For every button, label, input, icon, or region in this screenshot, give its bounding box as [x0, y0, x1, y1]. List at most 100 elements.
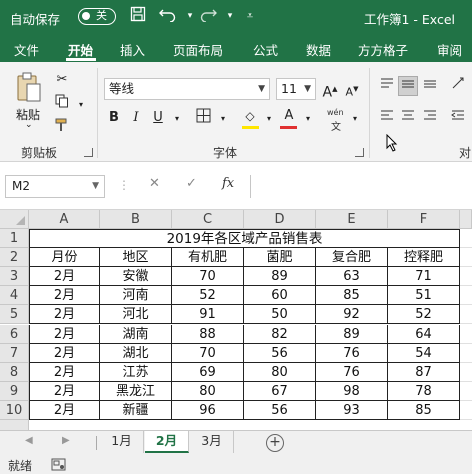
increase-font-icon[interactable]: A▲	[320, 79, 340, 101]
data-cell[interactable]: 52	[172, 286, 244, 306]
align-right-icon[interactable]	[420, 108, 440, 128]
data-cell[interactable]: 2月	[29, 267, 100, 287]
data-cell[interactable]: 80	[172, 381, 244, 401]
autosave-toggle[interactable]: 关	[78, 8, 116, 25]
scroll-tabs-right-icon[interactable]: ▶	[62, 435, 70, 446]
data-cell[interactable]: 89	[244, 267, 316, 287]
font-launcher-icon[interactable]	[355, 148, 364, 157]
fill-color-icon[interactable]: ◇	[240, 106, 260, 126]
data-cell[interactable]: 51	[388, 286, 460, 306]
row-header-8[interactable]: 8	[0, 362, 29, 382]
scroll-tabs-left-icon[interactable]: ◀	[25, 435, 33, 446]
data-cell[interactable]: 河北	[100, 305, 172, 325]
italic-button[interactable]: I	[126, 108, 146, 128]
data-cell[interactable]: 50	[244, 305, 316, 325]
empty-cell[interactable]	[460, 229, 472, 249]
fill-color-dropdown-icon[interactable]: ▾	[259, 109, 279, 129]
redo-dropdown-icon[interactable]: ▾	[220, 6, 240, 26]
undo-icon[interactable]	[158, 6, 178, 26]
data-cell[interactable]: 湖南	[100, 324, 172, 344]
data-cell[interactable]: 56	[244, 400, 316, 420]
data-cell[interactable]: 85	[388, 400, 460, 420]
data-cell[interactable]: 82	[244, 324, 316, 344]
data-cell[interactable]: 80	[244, 362, 316, 382]
font-size-combo[interactable]: 11 ▼	[276, 78, 316, 100]
empty-cell[interactable]	[460, 382, 472, 401]
paste-dropdown-icon[interactable]: ⌄	[25, 120, 33, 130]
macro-record-icon[interactable]	[51, 458, 66, 474]
data-cell[interactable]: 湖北	[100, 343, 172, 363]
data-cell[interactable]: 2月	[29, 286, 100, 306]
phonetic-dropdown-icon[interactable]: ▾	[345, 109, 365, 129]
row-header-4[interactable]: 4	[0, 286, 29, 306]
tab-file[interactable]: 文件	[14, 40, 39, 59]
tab-data[interactable]: 数据	[306, 40, 331, 59]
decrease-indent-icon[interactable]	[448, 108, 468, 128]
data-cell[interactable]: 76	[316, 343, 388, 363]
redo-icon[interactable]	[198, 6, 218, 26]
border-dropdown-icon[interactable]: ▾	[213, 109, 233, 129]
customize-toolbar-icon[interactable]: ⩡	[240, 6, 260, 26]
chevron-down-icon[interactable]: ▼	[258, 79, 265, 99]
data-cell[interactable]: 78	[388, 381, 460, 401]
data-cell[interactable]: 2月	[29, 400, 100, 420]
decrease-font-icon[interactable]: A▼	[342, 79, 362, 99]
worksheet-grid[interactable]: ABCDEF 1 2 3 4 5 6 7 8 9 10 2019年各区域产品销售表 月份 地区 有机肥菌…	[0, 210, 472, 430]
data-cell[interactable]: 91	[172, 305, 244, 325]
add-sheet-icon[interactable]: +	[266, 434, 284, 452]
sheet-tab-mar[interactable]: 3月	[190, 431, 234, 453]
sheet-tab-jan[interactable]: 1月	[100, 431, 144, 453]
tab-page-layout[interactable]: 页面布局	[173, 40, 223, 59]
chevron-down-icon[interactable]: ▼	[92, 176, 99, 197]
phonetic-icon[interactable]: 文	[331, 118, 341, 133]
row-header-10[interactable]: 10	[0, 400, 29, 420]
row-header-7[interactable]: 7	[0, 343, 29, 363]
row-header-9[interactable]: 9	[0, 381, 29, 401]
header-cell[interactable]: 月份	[29, 248, 100, 268]
data-cell[interactable]: 93	[316, 400, 388, 420]
data-cell[interactable]: 76	[316, 362, 388, 382]
orientation-icon[interactable]	[448, 76, 468, 96]
data-cell[interactable]: 安徽	[100, 267, 172, 287]
data-cell[interactable]: 96	[172, 400, 244, 420]
empty-cell[interactable]	[460, 267, 472, 287]
header-cell[interactable]: 控释肥	[388, 248, 460, 268]
header-cell[interactable]: 地区	[100, 248, 172, 268]
data-cell[interactable]: 黑龙江	[100, 381, 172, 401]
data-cell[interactable]: 2月	[29, 362, 100, 382]
header-cell[interactable]: 菌肥	[244, 248, 316, 268]
paste-icon[interactable]	[16, 72, 42, 104]
align-top-icon[interactable]	[377, 76, 397, 96]
align-bottom-icon[interactable]	[420, 76, 440, 96]
align-left-icon[interactable]	[377, 108, 397, 128]
header-cell[interactable]: 复合肥	[316, 248, 388, 268]
data-cell[interactable]: 71	[388, 267, 460, 287]
empty-cell[interactable]	[460, 363, 472, 382]
phonetic-label[interactable]: wén	[327, 108, 344, 117]
font-name-combo[interactable]: 等线 ▼	[104, 78, 270, 100]
data-cell[interactable]: 江苏	[100, 362, 172, 382]
data-cell[interactable]: 88	[172, 324, 244, 344]
data-cell[interactable]: 69	[172, 362, 244, 382]
empty-cell[interactable]	[460, 248, 472, 268]
border-icon[interactable]	[193, 108, 213, 128]
column-header-a[interactable]: A	[29, 210, 100, 229]
underline-button[interactable]: U	[148, 108, 168, 128]
row-header-partial[interactable]	[0, 420, 29, 430]
data-cell[interactable]: 2月	[29, 324, 100, 344]
data-cell[interactable]: 河南	[100, 286, 172, 306]
row-header-5[interactable]: 5	[0, 305, 29, 325]
row-header-2[interactable]: 2	[0, 248, 29, 268]
empty-cell[interactable]	[460, 305, 472, 325]
tab-review[interactable]: 审阅	[437, 40, 462, 59]
align-middle-icon[interactable]	[398, 76, 418, 96]
data-cell[interactable]: 56	[244, 343, 316, 363]
data-cell[interactable]: 64	[388, 324, 460, 344]
data-cell[interactable]: 89	[316, 324, 388, 344]
column-header-f[interactable]: F	[388, 210, 460, 229]
data-cell[interactable]: 52	[388, 305, 460, 325]
select-all-corner[interactable]	[0, 210, 29, 229]
data-cell[interactable]: 70	[172, 267, 244, 287]
formula-input[interactable]	[250, 175, 472, 198]
data-cell[interactable]: 70	[172, 343, 244, 363]
